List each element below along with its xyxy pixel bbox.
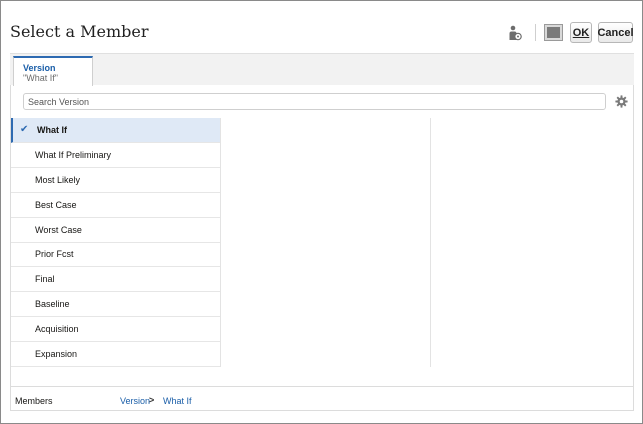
breadcrumb-what-if[interactable]: What If [163,396,192,406]
breadcrumb-version[interactable]: Version [120,396,150,406]
list-item[interactable]: Worst Case [11,218,221,243]
list-item-label: What If [37,125,67,135]
list-item-label: Prior Fcst [35,249,74,259]
cancel-button[interactable]: Cancel [597,22,634,43]
search-input[interactable] [23,93,606,110]
list-item[interactable]: Final [11,267,221,292]
header-divider [535,24,536,41]
list-item-label: Expansion [35,349,78,359]
breadcrumb-separator: > [149,395,155,405]
list-item-label: Best Case [35,200,77,210]
select-member-dialog: Select a Member OK Cancel Version "What … [0,0,643,424]
list-item-label: Baseline [35,299,70,309]
list-item[interactable]: What If Preliminary [11,143,221,168]
column-divider [430,118,431,367]
tab-strip [10,53,634,85]
tab-version-label: Version [23,63,56,73]
list-item-label: Most Likely [35,175,81,185]
list-item[interactable]: Best Case [11,193,221,218]
list-item[interactable]: Most Likely [11,168,221,193]
member-list: ✔ What If What If Preliminary Most Likel… [11,118,221,367]
column-divider [220,118,221,367]
list-item-label: Worst Case [35,225,82,235]
member-properties-icon[interactable] [508,25,522,41]
tab-version-value: "What If" [23,73,58,83]
ok-button-label: OK [572,26,590,39]
dialog-title: Select a Member [10,22,149,41]
ok-button[interactable]: OK [570,22,592,43]
list-item-label: Final [35,274,55,284]
gear-icon[interactable] [615,95,628,108]
list-item[interactable]: Baseline [11,292,221,317]
list-item[interactable]: Prior Fcst [11,242,221,267]
list-item[interactable]: ✔ What If [11,118,221,143]
check-icon: ✔ [20,124,29,135]
footer-members-label: Members [15,396,53,406]
display-toggle-icon[interactable] [544,24,563,41]
footer-divider [10,386,634,387]
list-item[interactable]: Expansion [11,342,221,367]
list-item-label: Acquisition [35,324,79,334]
tab-version[interactable]: Version "What If" [13,56,93,86]
list-item-label: What If Preliminary [35,150,112,160]
list-item[interactable]: Acquisition [11,317,221,342]
